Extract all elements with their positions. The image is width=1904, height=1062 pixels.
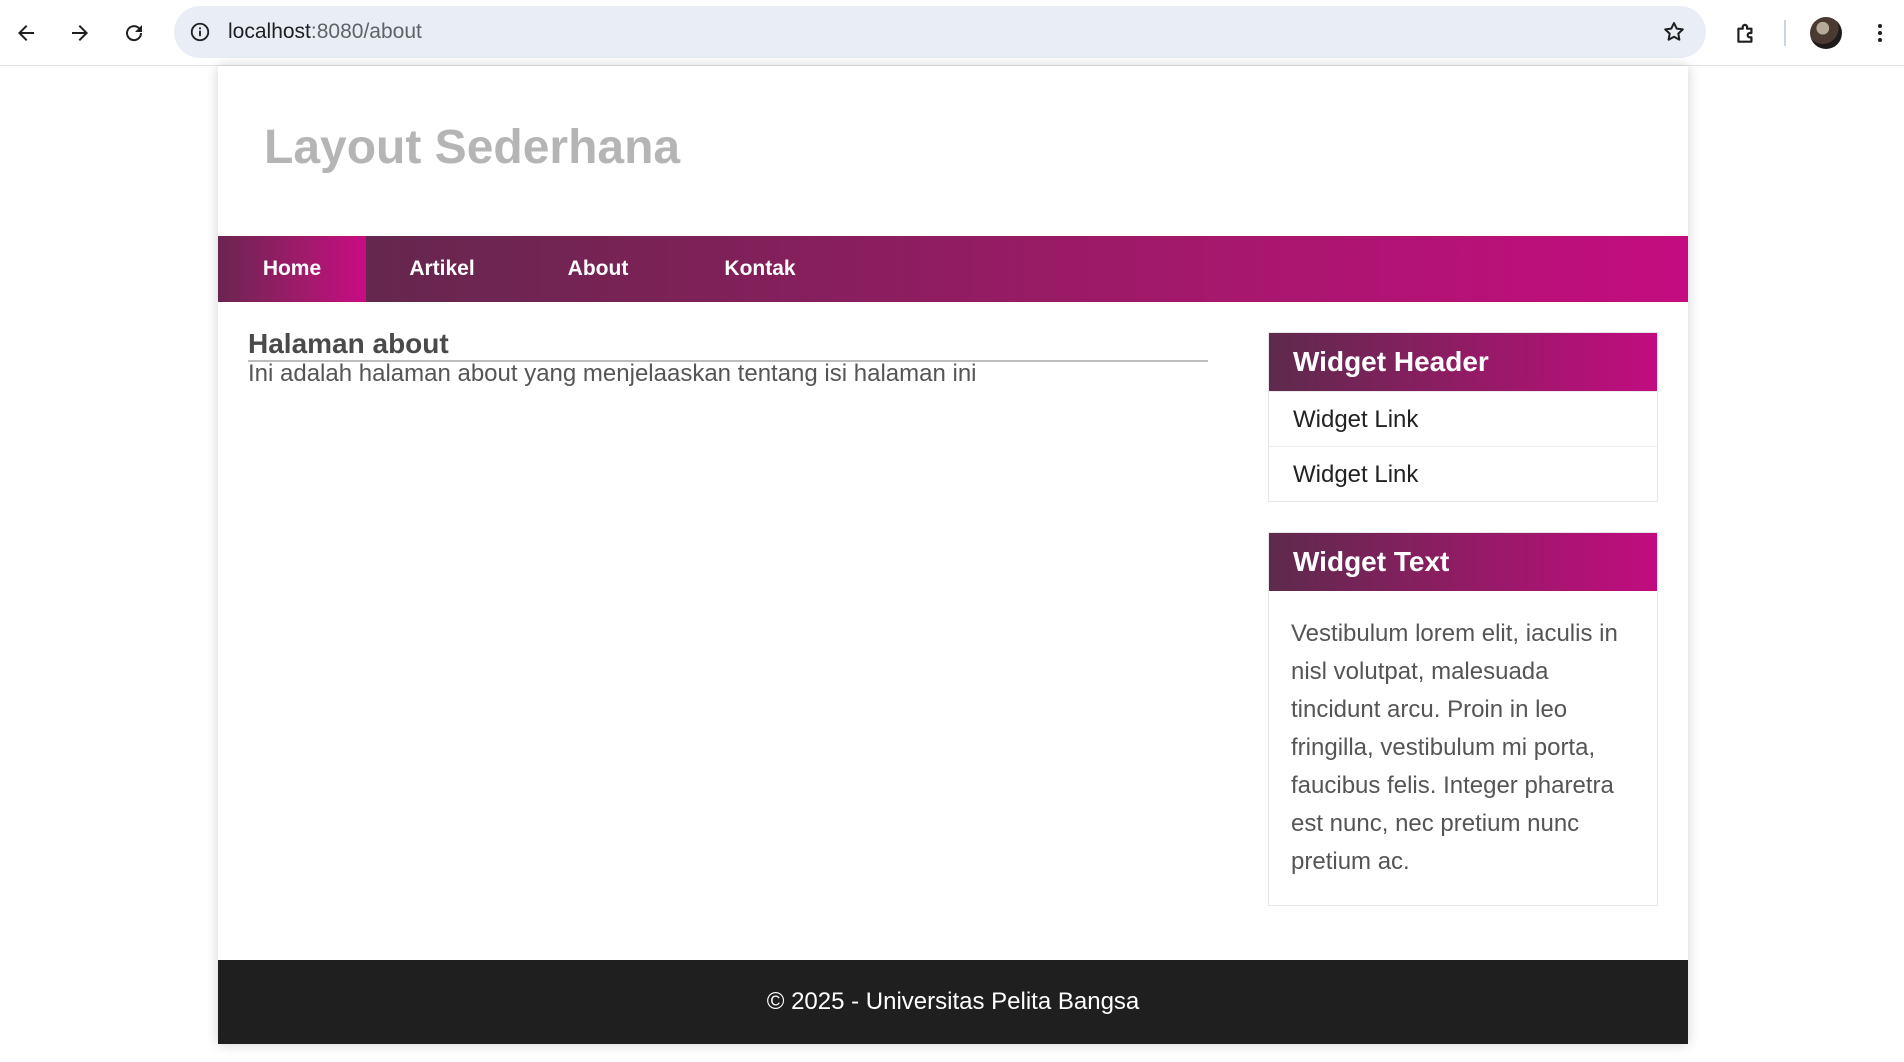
nav-artikel-link[interactable]: Artikel — [366, 236, 518, 302]
widget-text-body: Vestibulum lorem elit, iaculis in nisl v… — [1291, 620, 1618, 875]
widget-links: Widget Header Widget Link Widget Link — [1268, 332, 1658, 502]
url-host: localhost — [228, 20, 311, 43]
browser-toolbar: localhost:8080/about — [0, 0, 1904, 66]
widget-link[interactable]: Widget Link — [1269, 446, 1657, 501]
reload-icon — [126, 25, 143, 42]
url-text[interactable]: localhost:8080/about — [228, 6, 422, 58]
puzzle-icon — [1737, 23, 1753, 43]
bookmark-button[interactable] — [1660, 18, 1688, 46]
extensions-button[interactable] — [1726, 13, 1766, 53]
widget-header-title: Widget Header — [1269, 333, 1657, 391]
widget-text: Widget Text Vestibulum lorem elit, iacul… — [1268, 532, 1658, 906]
nav-home-link[interactable]: Home — [218, 236, 366, 302]
page-heading: Halaman about — [248, 328, 449, 359]
browser-menu-button[interactable] — [1860, 13, 1900, 53]
info-icon — [190, 22, 210, 42]
toolbar-divider — [1784, 20, 1786, 46]
profile-button[interactable] — [1806, 13, 1846, 53]
page-description: Ini adalah halaman about yang menjelaask… — [248, 360, 977, 387]
site-title: Layout Sederhana — [264, 121, 681, 174]
main-nav: Home Artikel About Kontak — [218, 236, 1688, 302]
reload-button[interactable] — [114, 13, 154, 53]
url-path: :8080/about — [310, 20, 422, 43]
forward-button[interactable] — [60, 13, 100, 53]
arrow-left-icon — [18, 25, 34, 41]
site-info-button[interactable] — [188, 20, 212, 44]
star-icon — [1664, 22, 1684, 41]
page-container: Layout Sederhana Home Artikel About Kont… — [218, 66, 1688, 1044]
more-vertical-icon — [1878, 24, 1882, 42]
nav-about-link[interactable]: About — [518, 236, 678, 302]
widget-link[interactable]: Widget Link — [1269, 391, 1657, 446]
site-footer: © 2025 - Universitas Pelita Bangsa — [218, 960, 1688, 1044]
nav-kontak-link[interactable]: Kontak — [678, 236, 842, 302]
address-bar[interactable]: localhost:8080/about — [174, 6, 1706, 58]
back-button[interactable] — [6, 13, 46, 53]
avatar — [1810, 17, 1842, 49]
arrow-right-icon — [72, 25, 88, 41]
widget-text-title: Widget Text — [1269, 533, 1657, 591]
